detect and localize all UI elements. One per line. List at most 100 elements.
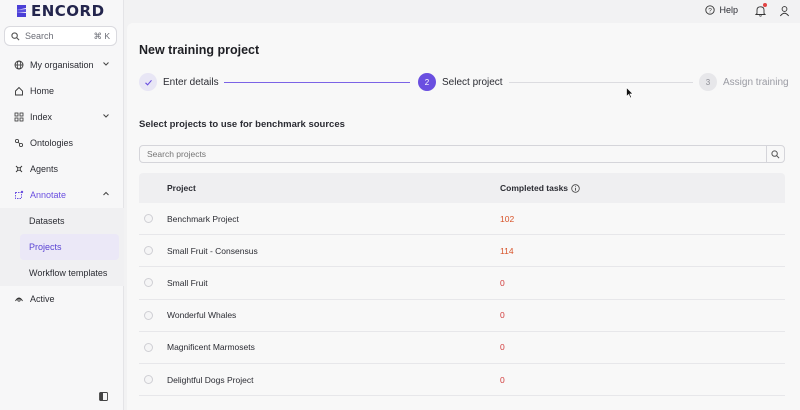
sidebar-search-button[interactable]: Search ⌘ K (4, 26, 117, 46)
sidebar-item-label: My organisation (30, 60, 94, 70)
sidebar-subitem-projects[interactable]: Projects (20, 234, 119, 260)
sidebar-item-index[interactable]: Index (0, 104, 124, 130)
grid-icon (14, 112, 24, 122)
completed-tasks-count: 102 (500, 213, 515, 224)
step-select-project[interactable]: 2 Select project (418, 73, 503, 91)
completed-tasks-count: 114 (500, 245, 514, 256)
info-icon[interactable] (571, 183, 580, 193)
sidebar-item-active[interactable]: Active (0, 286, 124, 312)
column-header-project[interactable]: Project (167, 183, 196, 193)
sidebar-nav: My organisation Home Index Ontologies Ag… (0, 52, 124, 312)
sidebar-item-label: Ontologies (30, 138, 74, 148)
row-radio[interactable] (144, 310, 153, 320)
sidebar-item-label: Annotate (30, 190, 67, 200)
step-label: Enter details (163, 76, 219, 88)
page-title: New training project (139, 43, 260, 57)
active-icon (14, 294, 24, 304)
sidebar: ENCORD Search ⌘ K My organisation Home I… (0, 0, 124, 410)
encord-logo-icon (17, 5, 26, 17)
sidebar-search-label: Search (25, 31, 54, 41)
sidebar-item-annotate[interactable]: Annotate (0, 182, 124, 208)
step-complete-badge (139, 73, 157, 91)
row-radio[interactable] (144, 214, 153, 224)
search-projects-input[interactable] (139, 145, 767, 163)
column-header-label: Completed tasks (500, 183, 569, 193)
user-menu-button[interactable] (779, 4, 790, 22)
top-bar: ? Help (124, 0, 800, 22)
sidebar-item-label: Home (30, 86, 55, 96)
chevron-down-icon (103, 114, 109, 118)
sidebar-subitem-label: Projects (29, 242, 62, 252)
step-connector-complete (224, 82, 410, 83)
check-icon (144, 79, 152, 86)
project-name: Small Fruit - Consensus (167, 245, 258, 256)
sidebar-subitem-datasets[interactable]: Datasets (0, 208, 124, 234)
completed-tasks-count: 0 (500, 277, 505, 288)
sidebar-item-home[interactable]: Home (0, 78, 124, 104)
sidebar-item-agents[interactable]: Agents (0, 156, 124, 182)
step-number-badge: 2 (418, 73, 436, 91)
project-name: Magnificent Marmosets (167, 342, 255, 353)
sidebar-subitem-label: Datasets (29, 216, 65, 226)
row-radio[interactable] (144, 246, 153, 256)
row-radio[interactable] (144, 278, 153, 288)
globe-icon (14, 60, 24, 70)
sidebar-subitem-label: Workflow templates (29, 268, 108, 278)
search-icon (771, 149, 780, 158)
row-radio[interactable] (144, 375, 153, 385)
stepper: Enter details 2 Select project 3 Assign … (139, 73, 789, 93)
help-label: Help (719, 5, 738, 15)
sidebar-subitem-workflow-templates[interactable]: Workflow templates (0, 260, 124, 286)
table-header: Project Completed tasks (139, 173, 785, 203)
annotate-submenu: Datasets Projects Workflow templates (0, 208, 124, 286)
table-row[interactable]: Benchmark Project 102 (139, 203, 785, 236)
column-header-completed-tasks[interactable]: Completed tasks (500, 183, 580, 193)
table-row[interactable]: Wonderful Whales 0 (139, 300, 785, 332)
sidebar-item-my-organisation[interactable]: My organisation (0, 52, 124, 78)
step-label: Select project (442, 76, 503, 88)
collapse-sidebar-icon[interactable] (99, 392, 108, 401)
table-row[interactable]: Magnificent Marmosets 0 (139, 332, 785, 364)
step-number-badge: 3 (699, 73, 717, 91)
row-radio[interactable] (144, 342, 153, 352)
sidebar-item-label: Index (30, 112, 53, 122)
project-name: Benchmark Project (167, 213, 239, 224)
help-icon: ? (705, 5, 716, 15)
project-name: Delightful Dogs Project (167, 374, 254, 385)
sidebar-item-label: Active (30, 294, 55, 304)
help-button[interactable]: ? Help (705, 5, 738, 15)
step-connector-pending (509, 82, 693, 83)
completed-tasks-count: 0 (500, 374, 505, 385)
table-row[interactable]: Small Fruit - Consensus 114 (139, 235, 785, 268)
main-panel: New training project Enter details 2 Sel… (127, 23, 800, 410)
annotate-icon (14, 190, 24, 200)
project-name: Small Fruit (167, 277, 208, 288)
section-heading: Select projects to use for benchmark sou… (139, 119, 345, 130)
notifications-button[interactable] (754, 3, 767, 22)
search-projects-button[interactable] (766, 145, 785, 163)
sidebar-item-ontologies[interactable]: Ontologies (0, 130, 124, 156)
mouse-cursor-icon (626, 87, 634, 99)
step-label: Assign training (723, 76, 789, 88)
logo-text: ENCORD (31, 2, 105, 20)
notification-dot (763, 3, 767, 7)
app: ENCORD Search ⌘ K My organisation Home I… (0, 0, 800, 410)
svg-text:?: ? (709, 7, 713, 14)
search-shortcut: ⌘ K (93, 30, 110, 41)
encord-logo[interactable]: ENCORD (15, 2, 105, 20)
table-row[interactable]: Small Fruit 0 (139, 267, 785, 300)
projects-table: Project Completed tasks Benchmark Projec… (139, 173, 785, 397)
search-icon (11, 31, 20, 40)
chevron-up-icon (103, 191, 109, 196)
user-icon (779, 6, 790, 17)
sidebar-item-label: Agents (30, 164, 59, 174)
ontology-icon (14, 138, 24, 148)
completed-tasks-count: 0 (500, 310, 505, 321)
agents-icon (14, 164, 24, 174)
completed-tasks-count: 0 (500, 342, 505, 353)
step-assign-training[interactable]: 3 Assign training (699, 73, 789, 91)
table-row[interactable]: Delightful Dogs Project 0 (139, 364, 785, 397)
step-enter-details[interactable]: Enter details (139, 73, 219, 91)
chevron-down-icon (103, 62, 109, 66)
project-name: Wonderful Whales (167, 310, 237, 321)
